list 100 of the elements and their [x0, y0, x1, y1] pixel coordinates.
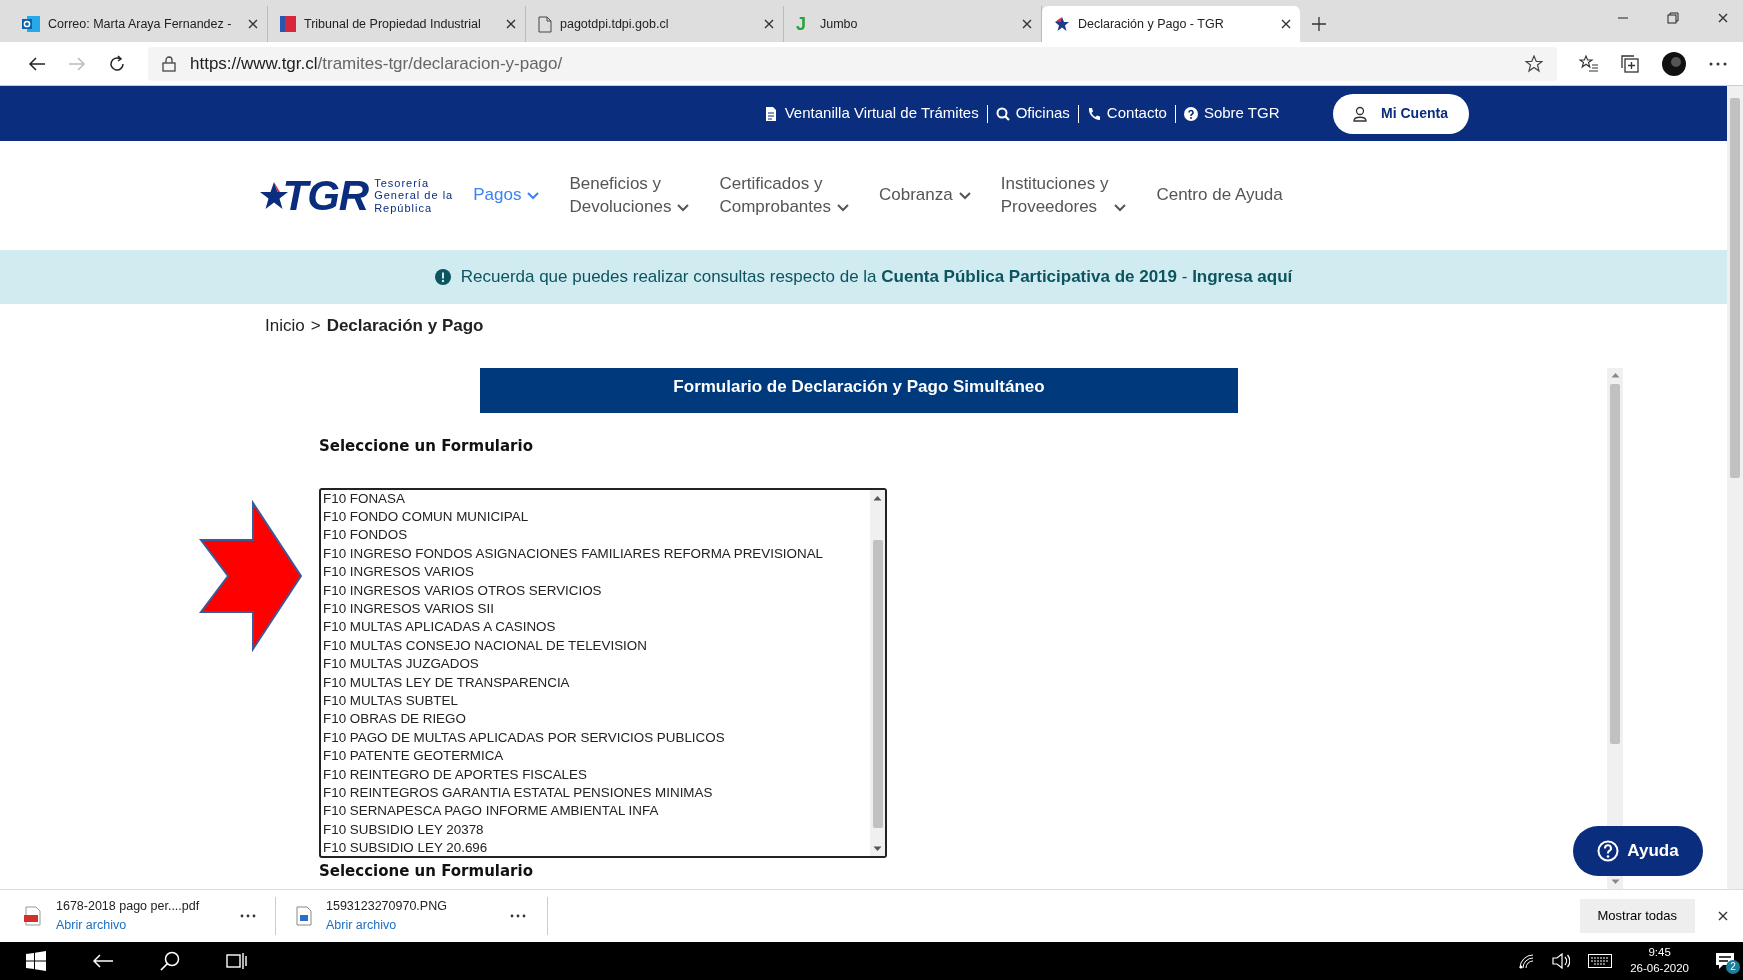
list-option[interactable]: F10 FONDOS — [323, 526, 870, 545]
list-option[interactable]: F10 SUBSIDIO LEY 20378 — [323, 820, 870, 840]
list-option[interactable]: F10 INGRESOS VARIOS — [323, 563, 870, 582]
list-option[interactable]: F10 INGRESOS VARIOS SII — [323, 599, 870, 619]
breadcrumb-link[interactable]: Inicio — [265, 313, 305, 339]
breadcrumb-separator: > — [310, 315, 321, 338]
nav-link[interactable]: Cobranza — [879, 184, 971, 207]
list-option[interactable]: F10 PATENTE GEOTERMICA — [323, 747, 870, 766]
list-option[interactable]: F10 FONASA — [323, 489, 870, 508]
address-bar[interactable]: https://www.tgr.cl/tramites-tgr/declaracion-y-pago/ — [148, 46, 1557, 81]
scroll-down-icon — [873, 845, 882, 852]
more-icon[interactable] — [1709, 61, 1727, 66]
open-file-link[interactable]: Abrir archivo — [56, 916, 226, 935]
logo-subtitle: General de la — [374, 189, 454, 202]
document-icon — [538, 15, 552, 33]
collections-icon[interactable] — [1621, 54, 1639, 73]
show-all-button[interactable]: Mostrar todas — [1579, 899, 1695, 933]
more-icon[interactable] — [240, 914, 256, 918]
nav-link[interactable]: Instituciones y Proveedores — [1000, 173, 1127, 218]
phone-icon — [1086, 106, 1101, 121]
pdf-file-icon — [24, 906, 42, 926]
info-icon — [434, 269, 451, 285]
list-option[interactable]: F10 MULTAS JUZGADOS — [323, 655, 870, 674]
mail-icon — [22, 16, 40, 32]
nav-link[interactable]: Certificados y Comprobantes — [719, 173, 849, 218]
list-option[interactable]: F10 MULTAS LEY DE TRANSPARENCIA — [323, 673, 870, 692]
taskbar-clock[interactable]: 9:45 26-06-2020 — [1630, 945, 1689, 977]
close-icon[interactable] — [1021, 18, 1033, 30]
back-icon[interactable] — [28, 55, 46, 72]
browser-tab[interactable]: Declaración y Pago - TGR — [1042, 6, 1300, 42]
list-option[interactable]: F10 MULTAS SUBTEL — [323, 691, 870, 711]
notice-text: Recuerda que puedes realizar consultas respecto de la Cuenta Pública Participativa de 2019 - Ingresa aquí — [460, 266, 1293, 289]
list-option[interactable]: F10 OBRAS DE RIEGO — [323, 710, 870, 729]
scroll-down-icon — [1610, 879, 1620, 885]
star-icon — [1054, 16, 1070, 32]
file-name: 1593123270970.PNG — [326, 898, 448, 916]
list-option[interactable]: F10 MULTAS APLICADAS A CASINOS — [323, 618, 870, 637]
network-icon[interactable] — [1518, 953, 1535, 969]
listbox-scrollbar[interactable] — [870, 489, 885, 856]
favorites-icon[interactable] — [1579, 54, 1599, 73]
help-button[interactable]: Ayuda — [1573, 826, 1703, 876]
keyboard-icon[interactable] — [1588, 954, 1613, 968]
breadcrumb-current: Declaración y Pago — [326, 315, 484, 338]
scroll-up-icon — [873, 494, 882, 501]
user-icon — [1353, 105, 1368, 122]
list-option[interactable]: F10 INGRESOS VARIOS OTROS SERVICIOS — [323, 581, 870, 600]
nav-link[interactable]: Beneficios y Devoluciones — [569, 173, 690, 218]
nav-link[interactable]: Centro de Ayuda — [1156, 184, 1283, 207]
account-button[interactable]: Mi Cuenta — [1332, 93, 1469, 134]
close-icon[interactable] — [1717, 12, 1729, 24]
page-scrollbar[interactable] — [1727, 86, 1743, 889]
frame-scrollbar[interactable] — [1607, 368, 1623, 889]
form-title: Formulario de Declaración y Pago Simultáneo — [480, 368, 1238, 413]
close-icon[interactable] — [505, 18, 517, 30]
top-link[interactable]: Ventanilla Virtual de Trámites — [764, 102, 979, 125]
form-listbox[interactable] — [319, 487, 887, 858]
image-file-icon — [296, 906, 312, 926]
list-option[interactable]: F10 SUBSIDIO LEY 20.696 — [323, 839, 870, 856]
notification-count: 2 — [1726, 960, 1740, 974]
help-icon — [1183, 106, 1198, 121]
star-icon[interactable] — [1525, 54, 1543, 73]
list-option[interactable]: F10 REINTEGRO DE APORTES FISCALES — [323, 765, 870, 784]
field-label: Seleccione un Formulario — [319, 436, 534, 457]
top-link[interactable]: Oficinas — [995, 102, 1070, 125]
document-icon — [764, 106, 779, 121]
windows-icon[interactable] — [26, 951, 46, 971]
file-name: 1678-2018 pago per....pdf — [56, 898, 201, 916]
task-view-icon[interactable] — [226, 952, 248, 970]
scroll-up-icon — [1610, 372, 1620, 378]
field-label: Seleccione un Formulario — [319, 860, 534, 882]
profile-icon[interactable] — [1661, 50, 1687, 77]
logo-text: TGR — [282, 174, 369, 217]
close-icon[interactable] — [247, 18, 259, 30]
site-favicon: J — [796, 12, 807, 36]
list-option[interactable]: F10 PAGO DE MULTAS APLICADAS POR SERVICIOS PUBLICOS — [323, 728, 870, 748]
top-link[interactable]: Sobre TGR — [1183, 102, 1280, 125]
help-icon — [1597, 840, 1620, 862]
list-option[interactable]: F10 INGRESO FONDOS ASIGNACIONES FAMILIARES REFORMA PREVISIONAL — [323, 544, 870, 564]
more-icon[interactable] — [510, 914, 526, 918]
volume-icon[interactable] — [1552, 953, 1571, 969]
top-link[interactable]: Contacto — [1086, 102, 1167, 125]
url-text: https://www.tgr.cl/tramites-tgr/declaracion-y-pago/ — [190, 52, 564, 75]
logo-subtitle: República — [374, 201, 434, 214]
logo-subtitle: Tesorería — [374, 177, 430, 190]
lock-icon — [162, 55, 176, 72]
list-option[interactable]: F10 REINTEGROS GARANTIA ESTATAL PENSIONES MINIMAS — [323, 784, 870, 803]
reload-icon[interactable] — [108, 54, 126, 73]
search-icon[interactable] — [160, 951, 180, 971]
search-icon — [995, 106, 1010, 121]
list-option[interactable]: F10 FONDO COMUN MUNICIPAL — [323, 507, 870, 527]
list-option[interactable]: F10 SERNAPESCA PAGO INFORME AMBIENTAL INFA — [323, 802, 870, 821]
new-tab-icon[interactable] — [1312, 17, 1326, 31]
nav-link[interactable]: Pagos — [473, 184, 540, 207]
open-file-link[interactable]: Abrir archivo — [326, 916, 496, 935]
close-icon[interactable] — [763, 18, 775, 30]
flag-icon — [280, 16, 296, 32]
restore-icon[interactable] — [1667, 12, 1679, 24]
close-icon[interactable] — [1717, 910, 1729, 922]
list-option[interactable]: F10 MULTAS CONSEJO NACIONAL DE TELEVISION — [323, 636, 870, 656]
close-icon[interactable] — [1280, 18, 1292, 30]
